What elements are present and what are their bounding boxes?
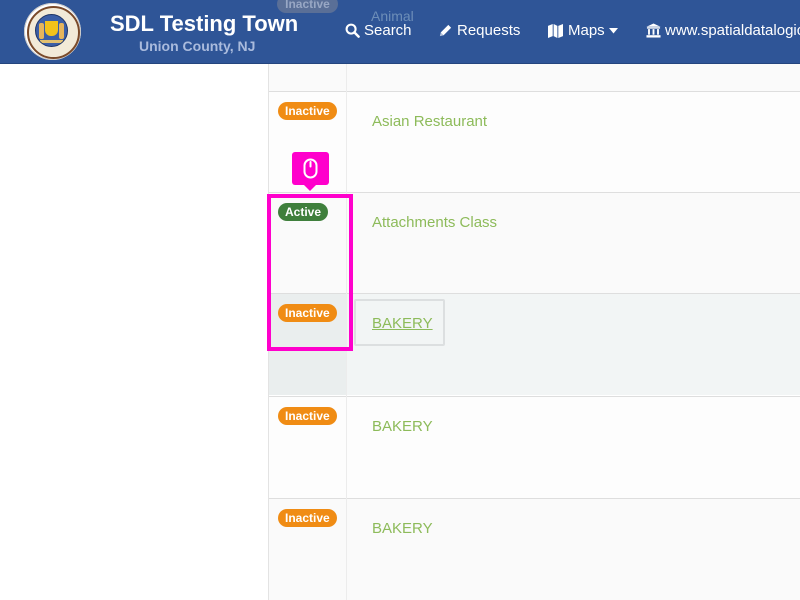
town-subtitle: Union County, NJ [139, 38, 256, 54]
pencil-icon [439, 24, 452, 37]
target-highlight [267, 194, 353, 351]
table-row[interactable]: Inactive BAKERY [269, 396, 800, 498]
search-icon [345, 23, 360, 38]
bank-icon [646, 23, 661, 38]
table-row[interactable]: Inactive Asian Restaurant [269, 91, 800, 193]
status-badge: Inactive [278, 102, 337, 120]
nav-search-label: Search [364, 22, 412, 39]
nav-search[interactable]: Search [345, 22, 412, 39]
nav-maps-label: Maps [568, 22, 605, 39]
table-row [269, 62, 800, 92]
nav-maps-dropdown[interactable]: Maps [547, 22, 618, 39]
list-item-name[interactable]: BAKERY [372, 418, 433, 435]
list-item-name[interactable]: BAKERY [372, 315, 433, 332]
top-navbar: SDL Testing Town Union County, NJ Inacti… [0, 0, 800, 64]
nav-requests-label: Requests [457, 22, 521, 39]
chevron-down-icon [608, 27, 618, 33]
mouse-icon [303, 158, 318, 179]
list-item-name[interactable]: Asian Restaurant [372, 113, 487, 130]
status-badge: Inactive [277, 0, 338, 13]
status-badge: Inactive [278, 509, 337, 527]
list-item-name[interactable]: Attachments Class [372, 214, 497, 231]
nav-requests[interactable]: Requests [438, 22, 520, 39]
list-item-name[interactable]: BAKERY [372, 520, 433, 537]
status-badge: Inactive [278, 407, 337, 425]
town-title[interactable]: SDL Testing Town [110, 11, 298, 37]
map-icon [548, 23, 563, 38]
table-row[interactable]: Inactive BAKERY [269, 498, 800, 600]
mouse-indicator [292, 152, 329, 191]
nav-website-link[interactable]: www.spatialdatalogic [646, 22, 800, 39]
nav-website-label: www.spatialdatalogic [665, 22, 800, 39]
state-seal-icon[interactable] [24, 3, 81, 60]
